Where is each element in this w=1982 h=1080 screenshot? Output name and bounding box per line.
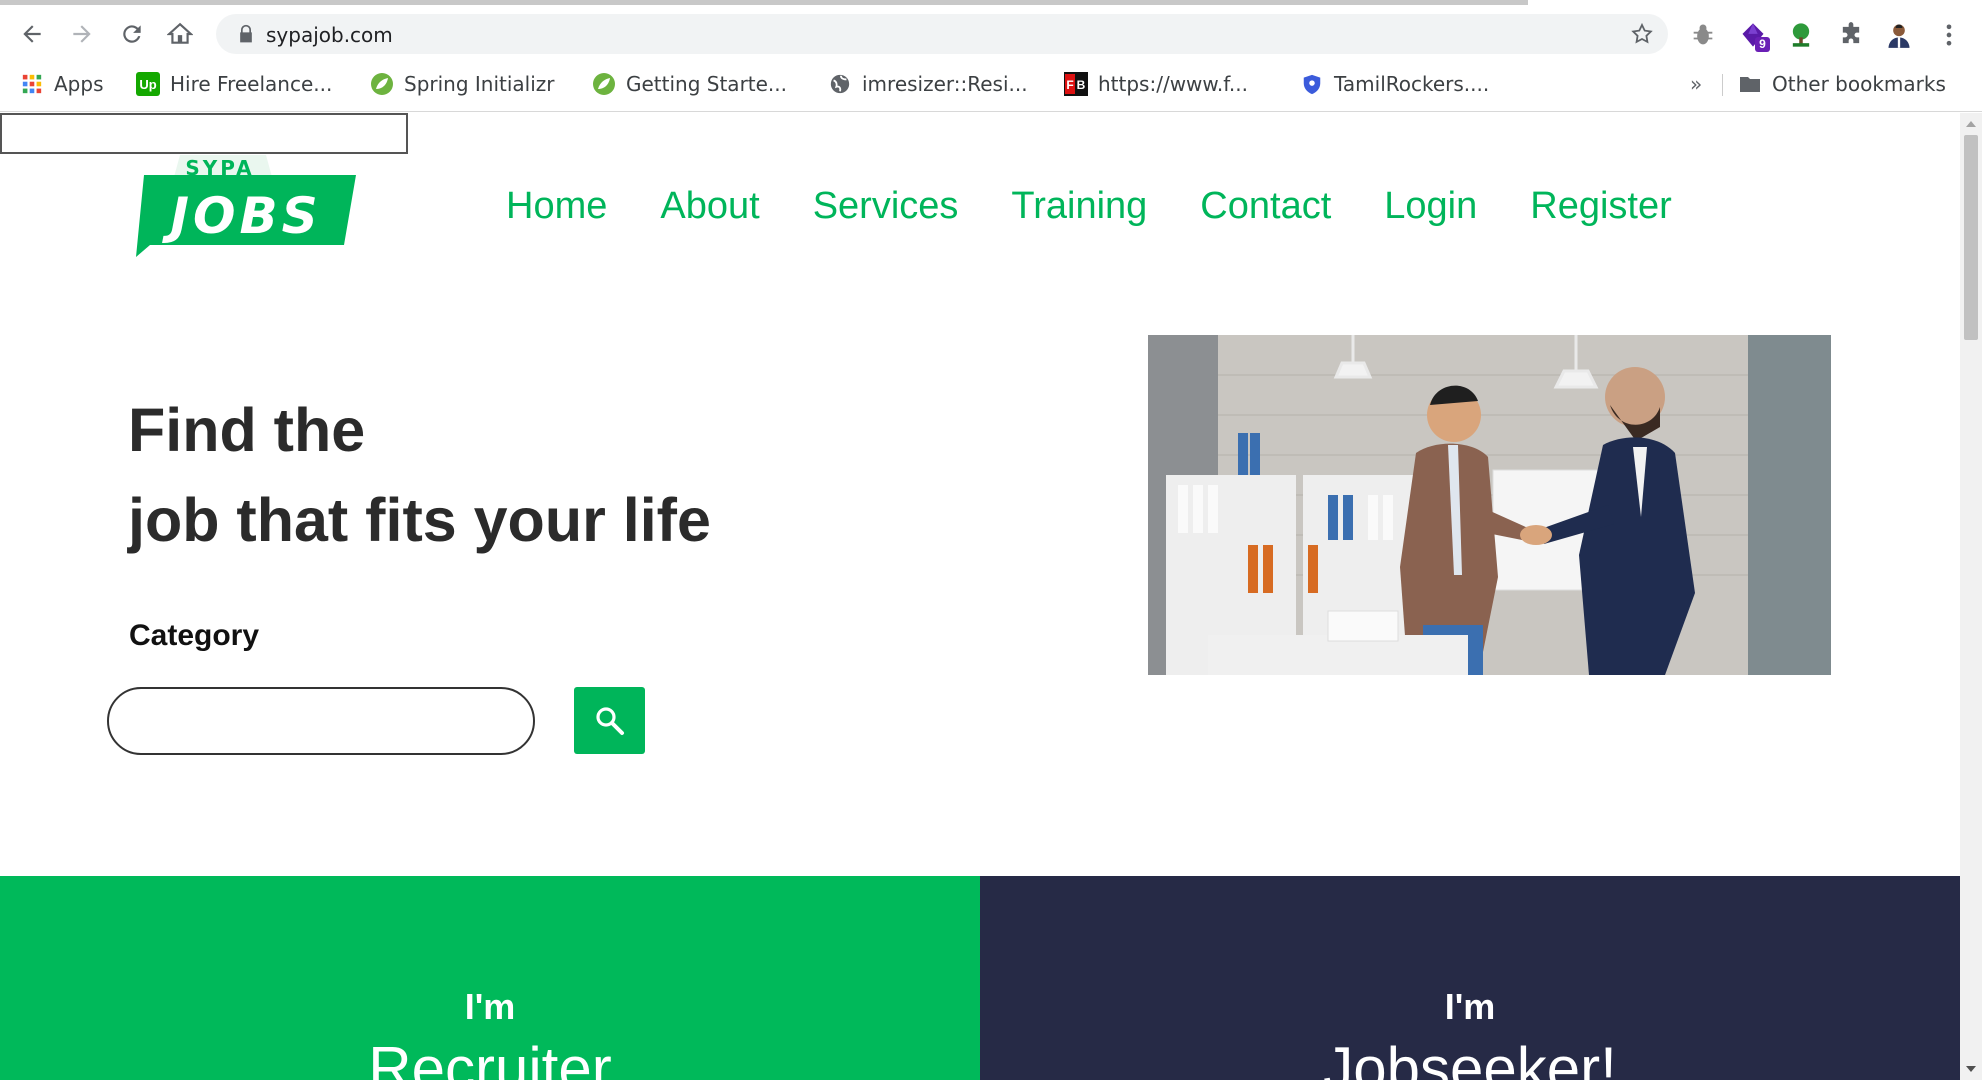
scroll-down-arrow-icon[interactable] [1966,1066,1976,1072]
page-viewport: SYPA JOBS Home About Services Training C… [0,113,1960,1080]
jobseeker-im-text: I'm [1444,986,1496,1027]
scrollbar-thumb[interactable] [1964,135,1978,340]
sypa-jobs-logo-icon: SYPA JOBS [136,155,356,257]
browser-chrome: sypajob.com 9 Apps Up Hire Freelance... … [0,0,1982,112]
hero-handshake-image [1148,335,1831,675]
bookmarks-bar: Apps Up Hire Freelance... Spring Initial… [0,64,1982,104]
svg-text:B: B [1077,78,1086,92]
bug-extension-button[interactable] [1686,18,1720,52]
globe-icon [828,72,852,96]
recruiter-title: Recruiter [368,1035,612,1080]
nav-about[interactable]: About [660,185,759,228]
tree-extension-button[interactable] [1784,18,1818,52]
bookmark-star-icon[interactable] [1630,22,1654,46]
forward-arrow-icon [73,25,91,43]
logo-main-text: JOBS [161,187,321,245]
bookmark-label: Getting Starte... [626,72,788,96]
hero-heading-line2: job that fits your life [128,486,711,554]
main-nav: Home About Services Training Contact Log… [506,185,1725,228]
apps-grid-icon [20,72,44,96]
upwork-icon: Up [136,72,160,96]
gem-extension-button[interactable]: 9 [1736,18,1770,52]
bookmark-label: https://www.f... [1098,72,1248,96]
tree-icon [1792,23,1810,47]
bookmark-apps[interactable]: Apps [20,70,104,98]
avatar-icon [1888,24,1910,48]
home-button[interactable] [160,14,200,54]
address-bar[interactable]: sypajob.com [216,14,1668,54]
fb-icon: FB [1064,72,1088,96]
hero-heading: Find the job that fits your life [128,385,711,565]
reload-icon [123,25,141,43]
other-bookmarks-button[interactable]: Other bookmarks [1738,70,1946,98]
bookmark-label: Apps [54,72,104,96]
lock-icon [240,24,252,43]
jobseeker-panel[interactable]: I'm Jobseeker! [980,876,1960,1080]
nav-services[interactable]: Services [813,185,959,228]
folder-icon [1738,72,1762,96]
hero-heading-line1: Find the [128,396,366,464]
search-icon [595,706,624,735]
scroll-up-arrow-icon[interactable] [1966,121,1976,127]
extensions-button[interactable] [1834,18,1868,52]
forward-button[interactable] [62,14,102,54]
nav-home[interactable]: Home [506,185,607,228]
url-text: sypajob.com [266,23,393,47]
jobseeker-title: Jobseeker! [1323,1035,1617,1080]
svg-text:Up: Up [139,77,156,92]
svg-text:F: F [1066,78,1073,92]
bookmark-tamilrockers[interactable]: TamilRockers.... [1300,70,1489,98]
recruiter-panel[interactable]: I'm Recruiter [0,876,980,1080]
puzzle-icon [1842,22,1860,44]
back-arrow-icon [23,25,41,43]
bookmark-label: Hire Freelance... [170,72,333,96]
other-bookmarks-label: Other bookmarks [1772,72,1946,96]
search-button[interactable] [574,687,645,754]
page-scrollbar[interactable] [1960,113,1982,1080]
nav-training[interactable]: Training [1011,185,1147,228]
loading-bar [0,0,1528,5]
nav-contact[interactable]: Contact [1200,185,1331,228]
site-logo[interactable]: SYPA JOBS [130,153,360,263]
nav-register[interactable]: Register [1530,185,1672,228]
category-search-input[interactable] [107,687,535,755]
nav-login[interactable]: Login [1384,185,1477,228]
bug-icon [1693,24,1713,45]
spring-leaf-icon [592,72,616,96]
top-text-input[interactable] [0,113,408,154]
browser-toolbar: sypajob.com 9 [0,10,1982,58]
recruiter-im-text: I'm [464,986,516,1027]
bookmark-label: imresizer::Resi... [862,72,1028,96]
extension-badge: 9 [1755,37,1770,52]
kebab-menu-icon [1946,24,1952,46]
shield-icon [1300,72,1324,96]
bookmark-spring-initializr[interactable]: Spring Initializr [370,70,555,98]
home-icon [167,22,193,44]
spring-leaf-icon [370,72,394,96]
browser-menu-button[interactable] [1932,18,1966,52]
bookmark-fb[interactable]: FB https://www.f... [1064,70,1248,98]
bookmarks-overflow-button[interactable]: » [1690,70,1702,98]
bookmark-label: Spring Initializr [404,72,555,96]
bookmark-label: TamilRockers.... [1334,72,1490,96]
profile-avatar[interactable] [1882,18,1916,52]
reload-button[interactable] [112,14,152,54]
bookmarks-divider [1722,74,1723,96]
bookmark-imresizer[interactable]: imresizer::Resi... [828,70,1028,98]
bookmark-getting-started[interactable]: Getting Starte... [592,70,787,98]
back-button[interactable] [12,14,52,54]
bookmark-hire-freelance[interactable]: Up Hire Freelance... [136,70,332,98]
overflow-chevron-icon: » [1690,72,1703,96]
category-label: Category [129,619,260,652]
